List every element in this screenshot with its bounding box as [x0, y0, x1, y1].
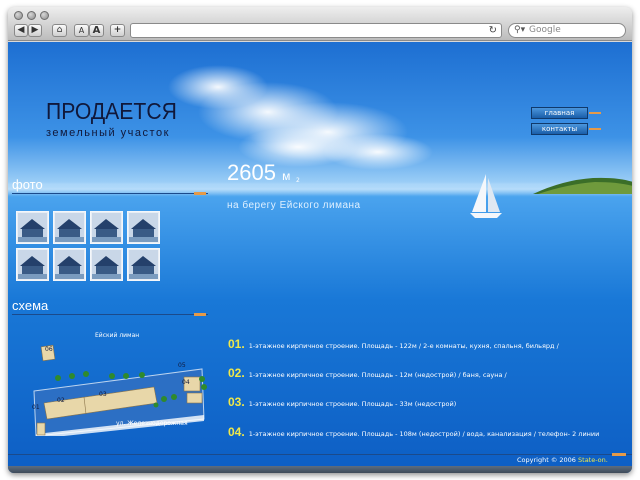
footer-divider: [8, 454, 632, 455]
address-bar[interactable]: ↻: [130, 23, 502, 38]
area-unit: м: [282, 169, 291, 183]
house-photo-icon: [92, 213, 121, 242]
plot-label: 02: [57, 397, 65, 404]
logo-title: ПРОДАЕТСЯ: [46, 98, 177, 124]
island-illustration: [533, 177, 632, 194]
feature-item: 01. 1-этажное кирпичное строение. Площадь…: [228, 337, 559, 351]
feature-text: 1-этажное кирпичное строение. Площадь - …: [248, 400, 457, 408]
text-larger-button[interactable]: A: [89, 24, 104, 37]
feature-number: 03.: [228, 395, 245, 409]
plot-label: 01: [32, 404, 40, 411]
logo-subtitle: земельный участок: [46, 127, 170, 139]
house-photo-icon: [18, 213, 47, 242]
nav-home-button[interactable]: главная: [531, 107, 601, 119]
photo-thumbnail[interactable]: [53, 211, 86, 244]
house-photo-icon: [18, 250, 47, 279]
plot-label: 06: [45, 346, 53, 353]
plot-label: 03: [99, 391, 107, 398]
divider-accent: [194, 313, 206, 316]
feature-item: 02. 1-этажное кирпичное строение. Площадь…: [228, 366, 507, 380]
area-value: 2605 м: [227, 160, 290, 186]
copyright: Copyright © 2006 State-on.: [517, 456, 608, 464]
forward-button[interactable]: ▶: [28, 24, 42, 37]
divider: [12, 314, 208, 315]
feature-text: 1-этажное кирпичное строение. Площадь - …: [248, 342, 559, 350]
scheme-section-title: схема: [12, 298, 49, 313]
house-photo-icon: [129, 213, 158, 242]
divider-accent: [194, 192, 206, 195]
area-unit-superscript: 2: [296, 177, 300, 184]
area-number: 2605: [227, 160, 276, 185]
feature-number: 02.: [228, 366, 245, 380]
browser-window: ◀ ▶ ⌂ A A + ↻ ⚲▾ Google ПРОДАЕТСЯ земель…: [8, 7, 632, 473]
house-photo-icon: [92, 250, 121, 279]
photo-thumbnail[interactable]: [53, 248, 86, 281]
photo-thumbnail[interactable]: [16, 211, 49, 244]
divider: [12, 193, 208, 194]
zoom-window-icon[interactable]: [40, 11, 49, 20]
back-button[interactable]: ◀: [14, 24, 28, 37]
photo-thumbnail[interactable]: [127, 211, 160, 244]
copyright-text: Copyright © 2006: [517, 456, 576, 464]
feature-text: 1-этажное кирпичное строение. Площадь - …: [248, 430, 600, 438]
scheme-lake-label: Ейский лиман: [95, 332, 140, 339]
window-bottom-bar: [8, 466, 632, 473]
sailboat-illustration: [470, 174, 502, 218]
house-photo-icon: [55, 250, 84, 279]
photo-thumbnail[interactable]: [16, 248, 49, 281]
footer-accent: [612, 453, 626, 456]
photo-thumbnail[interactable]: [127, 248, 160, 281]
area-caption: на берегу Ейского лимана: [227, 200, 361, 211]
photo-gallery: [16, 211, 160, 283]
close-window-icon[interactable]: [14, 11, 23, 20]
scheme-street-label: ул. Железнодорожная: [116, 420, 188, 427]
search-icon: ⚲▾: [514, 25, 526, 35]
search-placeholder: Google: [529, 25, 561, 35]
house-photo-icon: [55, 213, 84, 242]
reload-icon[interactable]: ↻: [489, 24, 497, 37]
cloud-illustration: [168, 65, 433, 170]
feature-number: 04.: [228, 425, 245, 439]
search-input[interactable]: ⚲▾ Google: [508, 23, 626, 38]
photo-thumbnail[interactable]: [90, 248, 123, 281]
nav-accent: [589, 112, 601, 114]
browser-toolbar: ◀ ▶ ⌂ A A + ↻ ⚲▾ Google: [8, 7, 632, 41]
plot-label: 05: [178, 362, 186, 369]
nav-contacts-label: контакты: [541, 125, 578, 133]
photo-section-title: фото: [12, 177, 43, 192]
copyright-brand-link[interactable]: State-on.: [578, 456, 608, 464]
plot-label: 04: [182, 379, 190, 386]
add-bookmark-button[interactable]: +: [110, 24, 125, 37]
feature-item: 03. 1-этажное кирпичное строение. Площадь…: [228, 395, 456, 409]
home-button[interactable]: ⌂: [52, 24, 67, 37]
feature-text: 1-этажное кирпичное строение. Площадь - …: [248, 371, 507, 379]
house-photo-icon: [129, 250, 158, 279]
text-smaller-button[interactable]: A: [74, 24, 89, 37]
nav-home-label: главная: [544, 109, 575, 117]
nav-accent: [589, 128, 601, 130]
nav-contacts-button[interactable]: контакты: [531, 123, 601, 135]
minimize-window-icon[interactable]: [27, 11, 36, 20]
feature-item: 04. 1-этажное кирпичное строение. Площадь…: [228, 425, 599, 439]
photo-thumbnail[interactable]: [90, 211, 123, 244]
feature-number: 01.: [228, 337, 245, 351]
web-page: ПРОДАЕТСЯ земельный участок главная конт…: [8, 42, 632, 473]
